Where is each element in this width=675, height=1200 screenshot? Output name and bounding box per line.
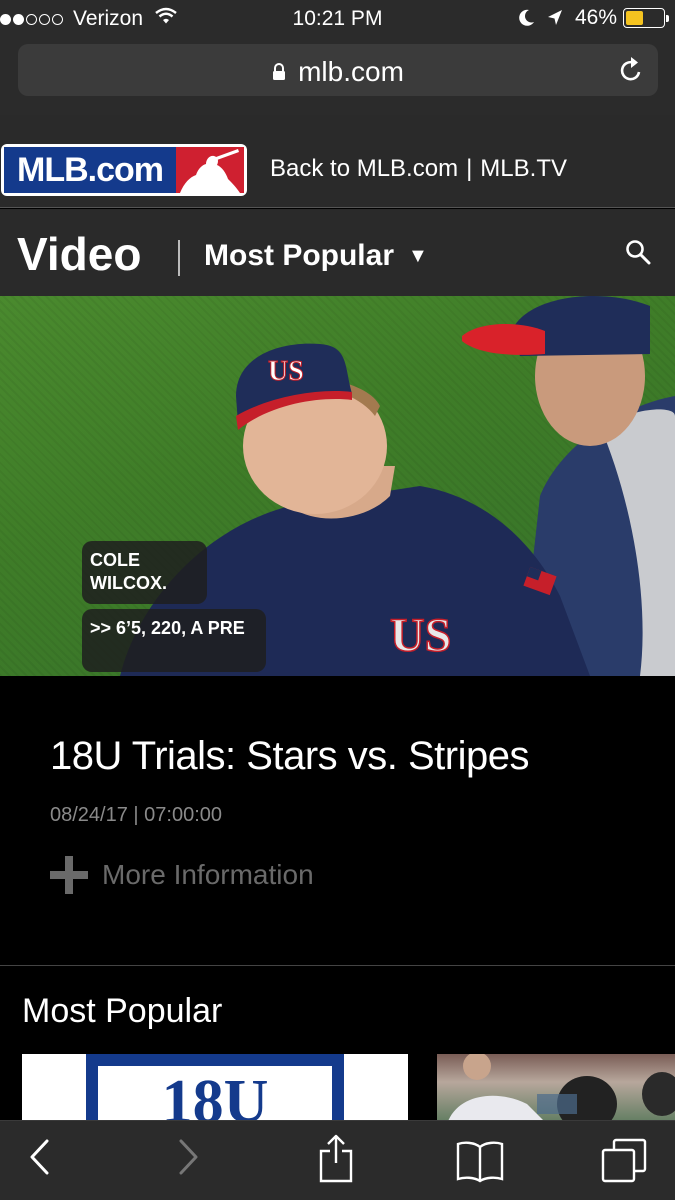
battery-icon — [623, 8, 669, 28]
location-arrow-icon — [547, 10, 562, 25]
back-to-mlb-link[interactable]: Back to MLB.com — [270, 155, 458, 183]
category-dropdown[interactable]: Most Popular ▼ — [204, 239, 428, 273]
reload-icon[interactable] — [618, 56, 644, 89]
batter-silhouette-icon — [176, 147, 244, 193]
plus-icon — [50, 856, 88, 894]
mlb-logo[interactable]: MLB.com — [1, 144, 247, 196]
video-info: 18U Trials: Stars vs. Stripes 08/24/17 |… — [0, 676, 675, 966]
video-headline: 18U Trials: Stars vs. Stripes — [50, 734, 529, 778]
video-thumbnail[interactable] — [437, 1054, 675, 1120]
dropdown-arrow-icon: ▼ — [408, 244, 428, 267]
lock-icon — [272, 56, 286, 88]
video-nav: Video Most Popular ▼ — [0, 209, 675, 296]
address-bar[interactable]: mlb.com — [18, 44, 658, 96]
dropdown-label: Most Popular — [204, 239, 395, 272]
more-information-toggle[interactable]: More Information — [50, 856, 314, 894]
svg-text:US: US — [390, 609, 451, 662]
more-information-label: More Information — [102, 859, 314, 890]
browser-chrome: mlb.com — [0, 40, 675, 115]
svg-text:US: US — [268, 356, 304, 387]
tabs-icon[interactable] — [600, 1137, 648, 1188]
browser-toolbar — [0, 1120, 675, 1200]
thumbnail-image — [448, 1054, 675, 1120]
forward-icon[interactable] — [176, 1137, 200, 1182]
badge-text: 18U — [161, 1068, 269, 1120]
mlb-tv-link[interactable]: MLB.TV — [480, 155, 567, 183]
player-caption-stats: >> 6’5, 220, A PRE — [82, 609, 266, 672]
share-icon[interactable] — [318, 1133, 354, 1188]
moon-icon — [519, 9, 534, 26]
battery-percent: 46% — [574, 6, 617, 29]
section-title: Video — [17, 228, 142, 280]
url-text: mlb.com — [298, 56, 404, 87]
player-caption-name: COLE WILCOX. — [82, 541, 207, 604]
logo-text: MLB.com — [17, 150, 164, 189]
18u-badge-image: 18U — [86, 1054, 344, 1120]
search-icon[interactable] — [625, 239, 651, 270]
bookmarks-icon[interactable] — [456, 1139, 504, 1188]
status-right: 46% — [519, 6, 669, 30]
nav-divider — [178, 240, 180, 276]
logo-blue-panel: MLB.com — [4, 147, 176, 193]
most-popular-heading: Most Popular — [22, 992, 223, 1030]
url-display[interactable]: mlb.com — [18, 56, 658, 88]
status-bar: Verizon 10:21 PM 46% — [0, 0, 675, 40]
video-player[interactable]: US US COLE WILCOX. >> 6’5, 220, A PRE — [0, 296, 675, 676]
site-header: MLB.com Back to MLB.com | MLB.TV — [0, 115, 675, 208]
header-links: Back to MLB.com | MLB.TV — [270, 155, 567, 183]
video-thumbnail[interactable]: 18U — [22, 1054, 408, 1120]
battery-level — [626, 11, 643, 25]
most-popular-section: Most Popular 18U — [0, 967, 675, 1120]
back-icon[interactable] — [28, 1137, 52, 1182]
video-date: 08/24/17 | 07:00:00 — [50, 804, 223, 826]
logo-inner: MLB.com — [4, 147, 244, 193]
badge-inner: 18U — [98, 1066, 332, 1120]
link-separator: | — [466, 155, 473, 182]
